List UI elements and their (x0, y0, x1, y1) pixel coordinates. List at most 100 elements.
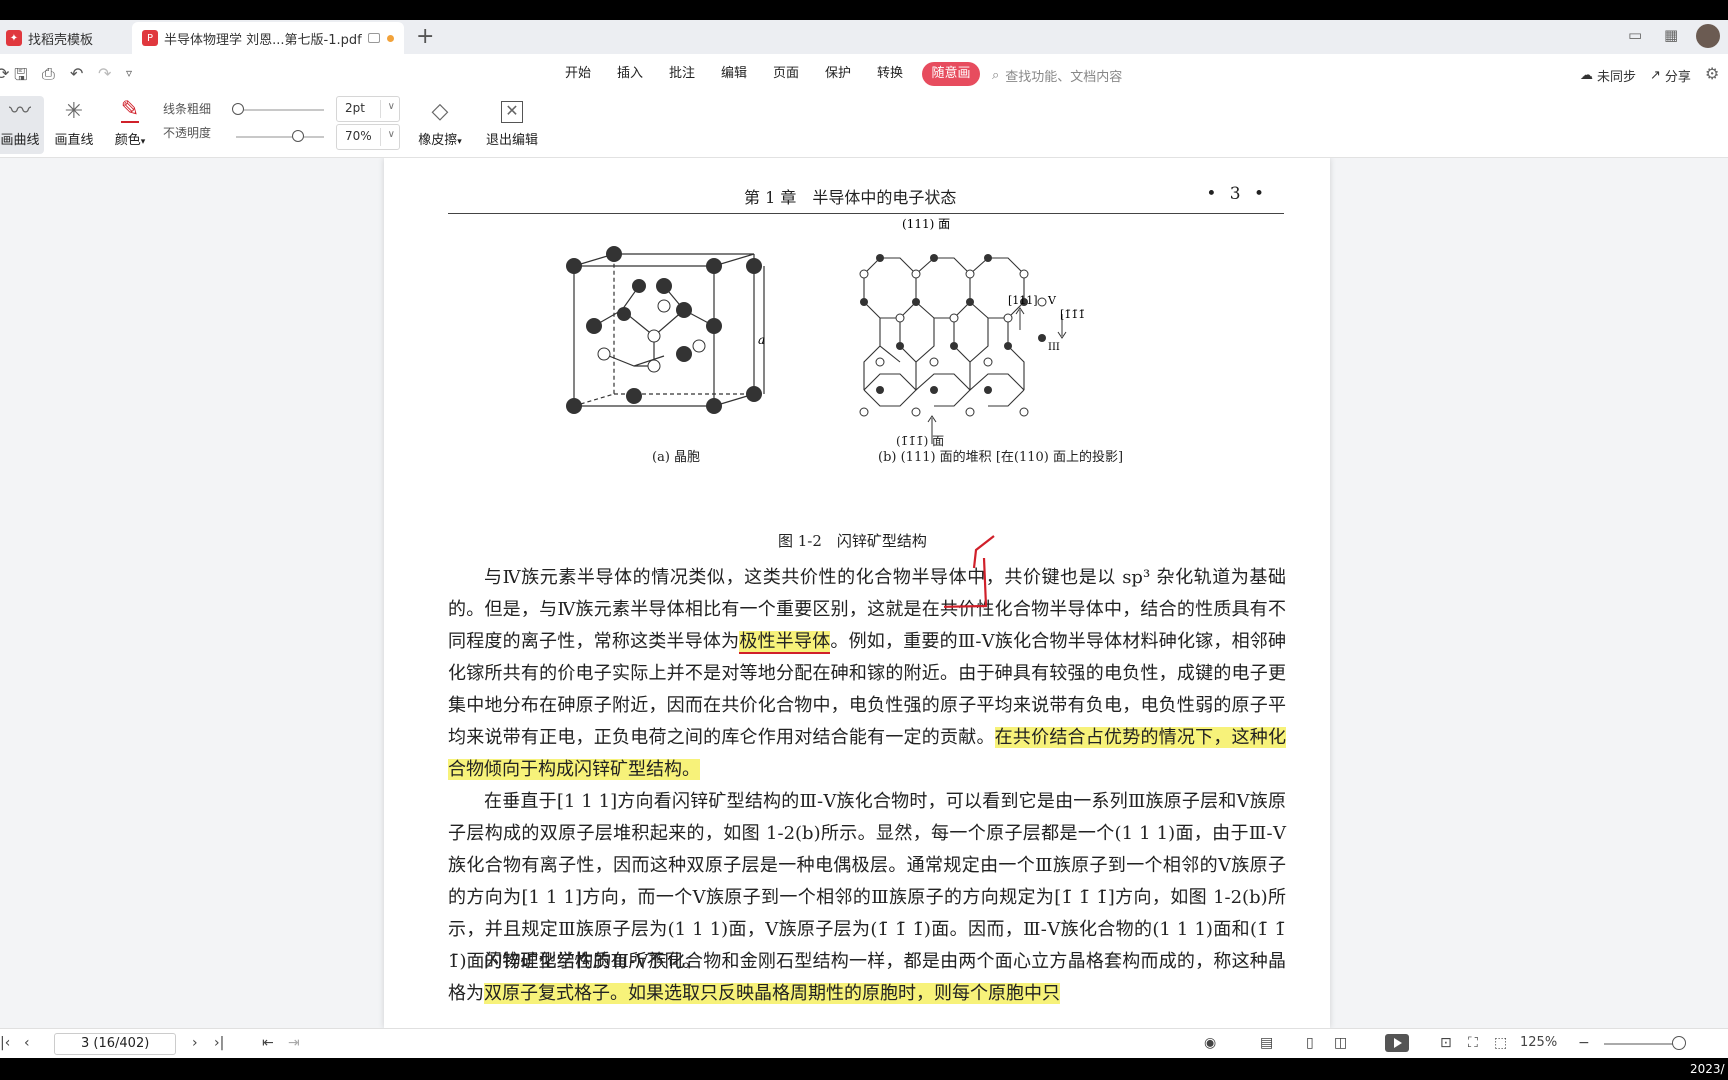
menu-page[interactable]: 页面 (760, 62, 812, 86)
opacity-slider[interactable] (236, 136, 324, 138)
tab-label: 半导体物理学 刘恩...第七版-1.pdf (164, 32, 362, 48)
draw-curve-button[interactable]: 〰 画曲线 (0, 96, 44, 154)
zoom-out-icon[interactable]: − (1578, 1035, 1590, 1051)
actual-size-icon[interactable]: ⊡ (1440, 1035, 1452, 1051)
customize-icon[interactable]: ▿ (126, 66, 132, 80)
fig-b-top-label: (111) 面 (902, 217, 950, 231)
drawing-toolbar: 〰 画曲线 ✳ 画直线 ✎ 颜色▾ 线条粗细 2pt ∨ 不透明度 70% ∨ ◇ … (0, 94, 1728, 158)
search-placeholder: 查找功能、文档内容 (1005, 70, 1123, 85)
line-width-slider[interactable] (236, 109, 324, 111)
prev-page-icon[interactable]: ‹ (24, 1035, 30, 1051)
fig-b-v-label: V (1047, 294, 1057, 307)
sync-button[interactable]: ☁ 未同步 (1580, 66, 1636, 85)
share-button[interactable]: ↗ 分享 (1650, 66, 1691, 85)
dropdown-icon: ▾ (140, 137, 146, 147)
two-page-icon[interactable]: ◫ (1334, 1035, 1347, 1051)
draw-curve-label: 画曲线 (0, 133, 40, 148)
forward-icon[interactable]: ⇥ (288, 1035, 300, 1051)
screen-icon (367, 33, 380, 43)
pen-icon: ✎ (120, 97, 140, 123)
menu-insert[interactable]: 插入 (604, 62, 656, 86)
grid-icon[interactable]: ▦ (1664, 26, 1682, 44)
figure-b-stacking: (111) 面 [111] V [1̄1̄1̄ III (859, 217, 1084, 444)
exit-edit-button[interactable]: ✕ 退出编辑 (482, 96, 542, 154)
line-icon: ✳ (64, 99, 84, 124)
highlighted-sentence: 双原子复式格子。如果选取只反映晶格周期性的原胞时，则每个原胞中只 (484, 983, 1060, 1004)
main-menu: 开始 插入 批注 编辑 页面 保护 转换 随意画 (552, 62, 980, 86)
save-icon[interactable]: 🖫 (14, 64, 28, 91)
pdf-page: 第 1 章 半导体中的电子状态 • 3 • a (a) 晶胞 (111) 面 [… (384, 158, 1330, 1028)
eraser-label: 橡皮擦 (418, 133, 458, 148)
opacity-value: 70% (345, 129, 372, 143)
line-width-label: 线条粗细 (163, 102, 212, 116)
share-label: 分享 (1664, 70, 1691, 85)
menu-row: ⟳ 🖫 ⎙ ↶ ↷ ▿ 开始 插入 批注 编辑 页面 保护 转换 随意画 ⌕ 查… (0, 54, 1728, 94)
tab-pdf[interactable]: P 半导体物理学 刘恩...第七版-1.pdf (132, 22, 404, 54)
zoom-level[interactable]: 125% (1520, 1035, 1557, 1050)
next-page-icon[interactable]: › (192, 1035, 198, 1051)
figure-a-caption: (a) 晶胞 (652, 450, 701, 465)
menu-start[interactable]: 开始 (552, 62, 604, 86)
line-width-knob[interactable] (232, 103, 244, 115)
fig-b-dir2-label: [1̄1̄1̄] (1060, 308, 1084, 321)
gear-icon[interactable]: ⚙ (1705, 64, 1719, 83)
redo-icon[interactable]: ↷ (98, 64, 111, 83)
tab-label: 找稻壳模板 (28, 32, 94, 48)
figure-title: 图 1-2 闪锌矿型结构 (778, 532, 927, 550)
fig-b-iii-label: III (1048, 342, 1060, 353)
figure-b-caption: (b) (111) 面的堆积 [在(110) 面上的投影] (878, 450, 1124, 465)
opacity-select[interactable]: 70% ∨ (336, 124, 400, 150)
layout-icon[interactable]: ▭ (1628, 26, 1646, 44)
wps-logo-icon: ✦ (6, 30, 22, 46)
color-button[interactable]: ✎ 颜色▾ (110, 96, 150, 154)
clock: 2023/ (1690, 1062, 1725, 1076)
page-input[interactable]: 3 (16/402) (54, 1033, 176, 1055)
menu-freehand[interactable]: 随意画 (922, 62, 980, 86)
curve-icon: 〰 (8, 99, 31, 124)
exit-edit-label: 退出编辑 (485, 133, 538, 148)
ink-annotation[interactable] (944, 528, 1024, 608)
back-icon[interactable]: ⇤ (262, 1035, 274, 1051)
open-icon[interactable]: ⟳ (0, 64, 9, 83)
eraser-icon: ◇ (431, 99, 449, 124)
chapter-title: 第 1 章 半导体中的电子状态 (744, 188, 957, 207)
eraser-button[interactable]: ◇ 橡皮擦▾ (412, 96, 468, 154)
search-icon: ⌕ (992, 68, 1000, 83)
status-bar: |‹ ‹ 3 (16/402) › ›| ⇤ ⇥ ◉ ▤ ▯ ◫ ⊡ ⛶ ⬚ 1… (0, 1028, 1728, 1058)
opacity-knob[interactable] (291, 130, 304, 142)
menu-protect[interactable]: 保护 (812, 62, 864, 86)
fig-b-dir1-label: [111] (1008, 294, 1038, 307)
draw-line-button[interactable]: ✳ 画直线 (52, 96, 96, 154)
line-width-select[interactable]: 2pt ∨ (336, 96, 400, 122)
paragraph-1: 与Ⅳ族元素半导体的情况类似，这类共价性的化合物半导体中，共价键也是以 sp³ 杂… (448, 562, 1287, 786)
menu-convert[interactable]: 转换 (864, 62, 916, 86)
single-page-icon[interactable]: ▤ (1260, 1035, 1273, 1051)
eye-icon[interactable]: ◉ (1204, 1035, 1216, 1051)
menu-annotate[interactable]: 批注 (656, 62, 708, 86)
line-width-value: 2pt (345, 101, 365, 115)
document-area[interactable]: 第 1 章 半导体中的电子状态 • 3 • a (a) 晶胞 (111) 面 [… (0, 158, 1728, 1028)
undo-icon[interactable]: ↶ (70, 64, 83, 83)
color-label-wrap: 颜色▾ (115, 129, 146, 148)
doc-view-icon[interactable]: ▯ (1306, 1035, 1314, 1051)
new-tab-button[interactable]: + (416, 24, 434, 49)
lattice-constant-label: a (758, 333, 765, 347)
play-icon[interactable] (1385, 1034, 1409, 1052)
chevron-down-icon: ∨ (387, 101, 395, 112)
zoom-knob[interactable] (1672, 1036, 1686, 1050)
page-input-value: 3 (16/402) (81, 1036, 150, 1051)
page-number: • 3 • (1206, 184, 1268, 204)
figure-a-unit-cell: a (566, 246, 765, 414)
menu-edit[interactable]: 编辑 (708, 62, 760, 86)
fit-page-icon[interactable]: ⛶ (1468, 1035, 1478, 1051)
draw-line-label: 画直线 (54, 133, 94, 148)
paragraph-3: 闪锌矿型结构的Ⅲ-Ⅴ族化合物和金刚石型结构一样，都是由两个面心立方晶格套构而成的… (448, 946, 1286, 1010)
fit-width-icon[interactable]: ⬚ (1494, 1035, 1507, 1051)
last-page-icon[interactable]: ›| (214, 1035, 224, 1051)
first-page-icon[interactable]: |‹ (0, 1035, 10, 1051)
print-icon[interactable]: ⎙ (42, 64, 55, 84)
page-header: 第 1 章 半导体中的电子状态 • 3 • (448, 182, 1284, 214)
search-box[interactable]: ⌕ 查找功能、文档内容 (992, 66, 1122, 85)
avatar[interactable] (1696, 24, 1720, 48)
tab-template[interactable]: ✦ 找稻壳模板 (0, 22, 124, 54)
